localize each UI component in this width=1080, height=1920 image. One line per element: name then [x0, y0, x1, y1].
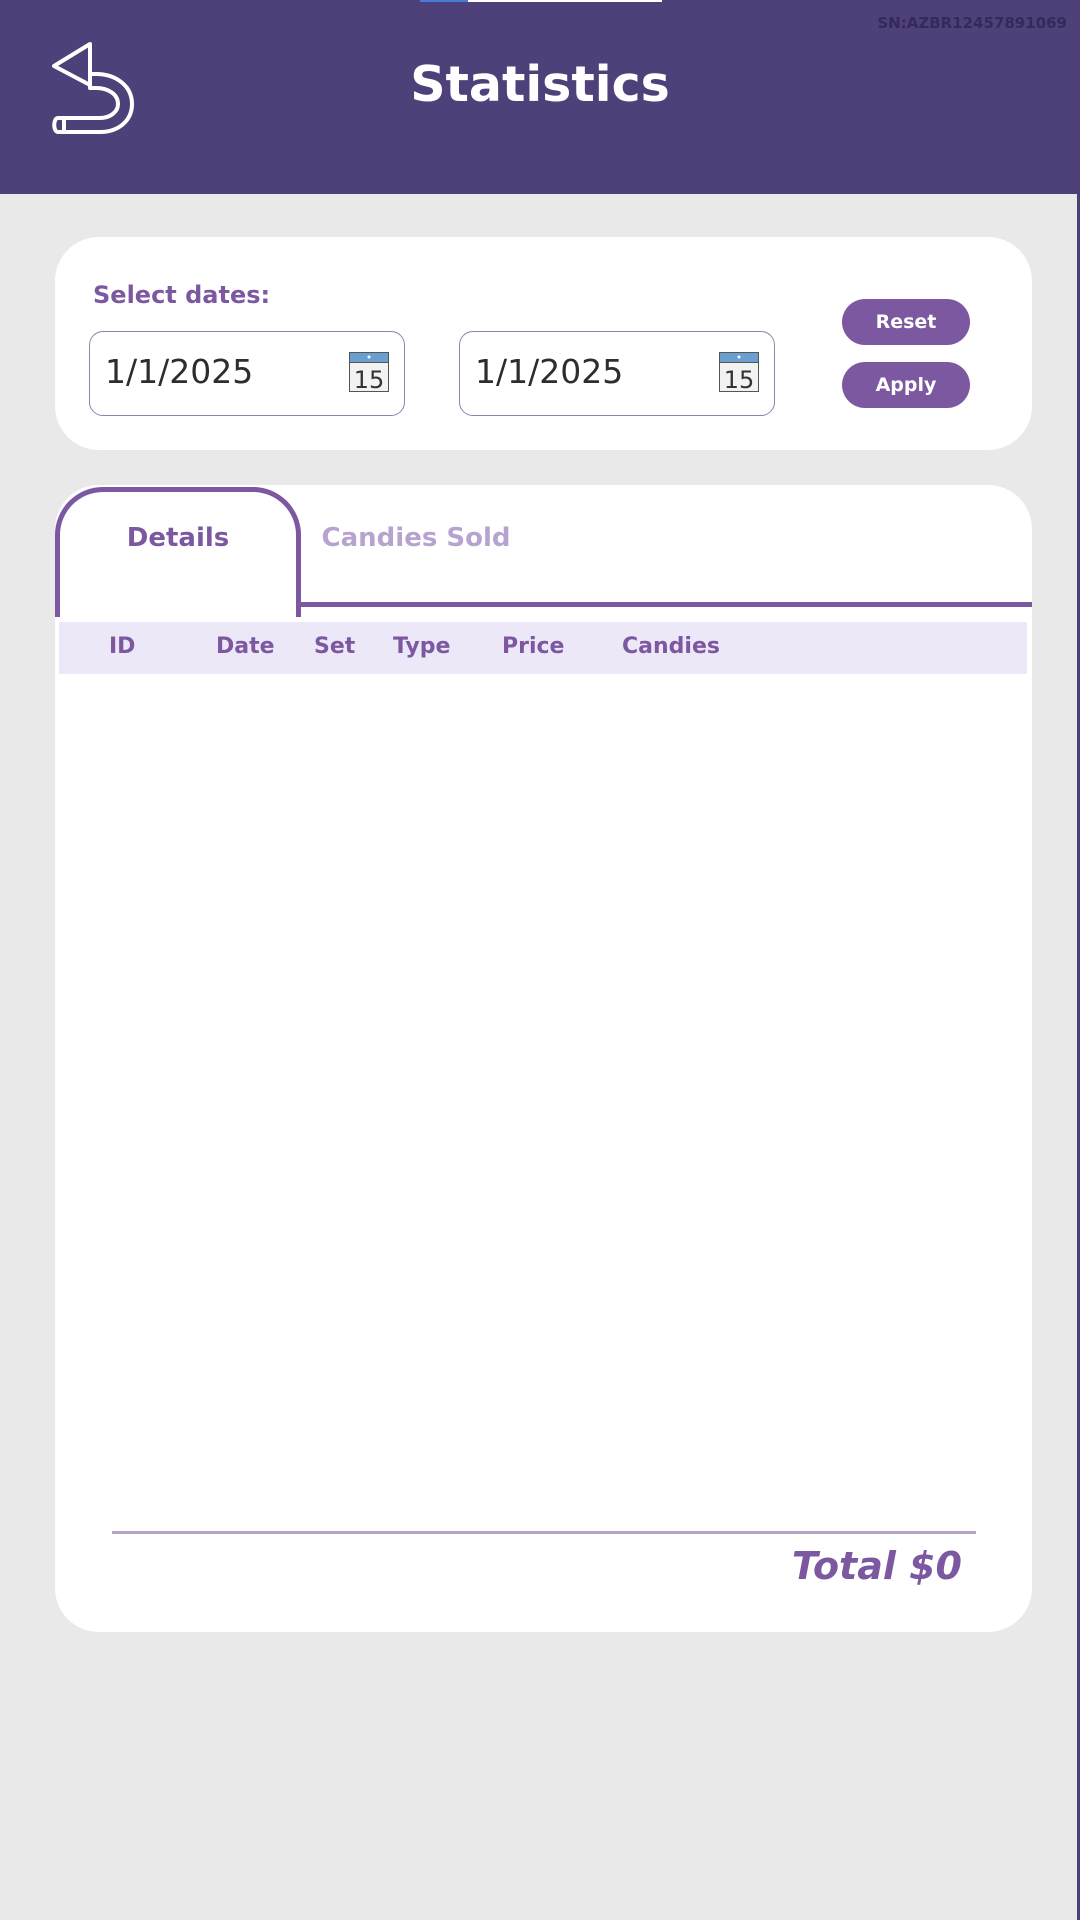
svg-text:15: 15 — [354, 366, 385, 392]
date-filter-card: Select dates: 1/1/2025 15 1/1/2025 15 Re… — [55, 237, 1032, 450]
column-header-type[interactable]: Type — [393, 634, 450, 659]
start-date-field[interactable]: 1/1/2025 15 — [89, 331, 405, 416]
column-header-date[interactable]: Date — [216, 634, 275, 659]
page-title: Statistics — [410, 56, 670, 113]
column-header-candies[interactable]: Candies — [622, 634, 720, 659]
reset-button[interactable]: Reset — [842, 299, 970, 345]
end-date-field[interactable]: 1/1/2025 15 — [459, 331, 775, 416]
table-header: ID Date Set Type Price Candies — [59, 622, 1027, 674]
top-strip-accent — [420, 0, 468, 2]
tab-details[interactable]: Details — [55, 487, 301, 617]
tab-candies-sold-label: Candies Sold — [321, 523, 511, 553]
svg-text:15: 15 — [724, 366, 755, 392]
tab-candies-sold[interactable]: Candies Sold — [301, 487, 531, 597]
apply-button[interactable]: Apply — [842, 362, 970, 408]
calendar-icon[interactable]: 15 — [719, 352, 759, 394]
select-dates-label: Select dates: — [93, 281, 271, 309]
statistics-card: Details Candies Sold ID Date Set Type Pr… — [55, 485, 1032, 1632]
column-header-price[interactable]: Price — [502, 634, 564, 659]
end-date-value: 1/1/2025 — [475, 352, 624, 391]
calendar-icon[interactable]: 15 — [349, 352, 389, 394]
tab-details-label: Details — [126, 523, 230, 553]
serial-number: SN:AZBR12457891069 — [877, 14, 1067, 32]
header-bar: Statistics SN:AZBR12457891069 — [0, 0, 1077, 194]
statistics-screen: Statistics SN:AZBR12457891069 Select dat… — [0, 0, 1080, 1920]
total-amount: Total $0 — [791, 1544, 962, 1588]
start-date-value: 1/1/2025 — [105, 352, 254, 391]
total-divider — [112, 1531, 976, 1534]
table-body[interactable] — [59, 674, 1027, 1494]
column-header-set[interactable]: Set — [314, 634, 355, 659]
column-header-id[interactable]: ID — [109, 634, 135, 659]
